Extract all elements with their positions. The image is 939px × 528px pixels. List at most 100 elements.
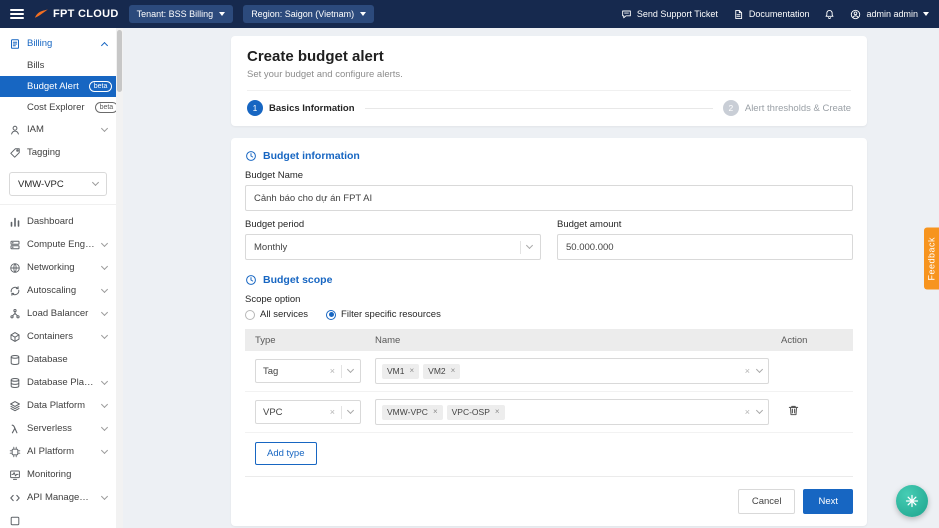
tenant-label: Tenant: BSS Billing	[137, 9, 214, 19]
sidebar-item-containers[interactable]: Containers	[0, 325, 116, 348]
page-header-card: Create budget alert Set your budget and …	[231, 36, 867, 126]
sidebar-item-data-platform[interactable]: Data Platform	[0, 394, 116, 417]
api-management-icon	[9, 492, 21, 504]
tag-chip[interactable]: VPC-OSP	[447, 405, 505, 420]
budget-period-select[interactable]: Monthly	[245, 234, 541, 260]
database-platform-icon	[9, 377, 21, 389]
sidebar-item-database[interactable]: Database	[0, 348, 116, 371]
chevron-down-icon	[347, 407, 354, 414]
clear-icon[interactable]	[330, 367, 335, 376]
autoscaling-icon	[9, 285, 21, 297]
table-row: Tag VM1 VM2	[245, 351, 853, 392]
sidebar-item-partial[interactable]	[0, 509, 116, 528]
sidebar-item-autoscaling[interactable]: Autoscaling	[0, 279, 116, 302]
sparkle-icon	[905, 494, 919, 508]
sidebar-item-billing[interactable]: Billing	[0, 32, 116, 55]
step-2[interactable]: 2 Alert thresholds & Create	[723, 100, 851, 116]
type-select-row-1[interactable]: Tag	[255, 359, 361, 383]
sidebar-item-iam[interactable]: IAM	[0, 118, 116, 141]
sidebar-item-load-balancer[interactable]: Load Balancer	[0, 302, 116, 325]
tag-chip[interactable]: VMW-VPC	[382, 405, 443, 420]
sidebar-item-api-management[interactable]: API Management	[0, 486, 116, 509]
name-multiselect-row-1[interactable]: VM1 VM2	[375, 358, 769, 384]
remove-chip-icon[interactable]	[451, 367, 456, 375]
sidebar-scrollbar[interactable]	[116, 28, 123, 528]
monitoring-icon	[9, 469, 21, 481]
chip-label: VMW-VPC	[387, 407, 428, 417]
next-button[interactable]: Next	[803, 489, 853, 514]
tenant-selector[interactable]: Tenant: BSS Billing	[129, 5, 234, 23]
radio-all-services[interactable]: All services	[245, 309, 308, 320]
sidebar-scrollbar-thumb[interactable]	[117, 30, 122, 92]
sidebar-item-dashboard[interactable]: Dashboard	[0, 210, 116, 233]
menu-icon[interactable]	[10, 9, 24, 19]
ai-platform-icon	[9, 446, 21, 458]
scope-table: Type Name Action Tag VM1	[245, 329, 853, 477]
clear-icon[interactable]	[745, 367, 750, 376]
sidebar-item-label: API Management	[27, 492, 96, 503]
delete-row-button[interactable]	[787, 404, 803, 420]
remove-chip-icon[interactable]	[433, 408, 438, 416]
step-2-label: Alert thresholds & Create	[745, 103, 851, 114]
sidebar-item-networking[interactable]: Networking	[0, 256, 116, 279]
sidebar-item-label: Serverless	[27, 423, 96, 434]
name-multiselect-row-2[interactable]: VMW-VPC VPC-OSP	[375, 399, 769, 425]
sidebar-item-label: Budget Alert	[27, 81, 79, 92]
select-divider	[520, 241, 521, 254]
type-select-row-2[interactable]: VPC	[255, 400, 361, 424]
vpc-selector-value: VMW-VPC	[18, 179, 93, 190]
page-subtitle: Set your budget and configure alerts.	[247, 69, 851, 80]
cancel-button[interactable]: Cancel	[738, 489, 796, 514]
sidebar-item-budget-alert[interactable]: Budget Alert beta	[0, 76, 116, 97]
user-avatar-icon	[850, 9, 861, 20]
tag-chip[interactable]: VM2	[423, 364, 460, 379]
sidebar-item-database-platform[interactable]: Database Platform	[0, 371, 116, 394]
chevron-down-icon	[219, 12, 225, 16]
clock-icon	[245, 274, 257, 286]
support-chat-button[interactable]	[896, 485, 928, 517]
user-menu[interactable]: admin admin	[850, 9, 929, 20]
radio-label: Filter specific resources	[341, 309, 441, 320]
page-title: Create budget alert	[247, 48, 851, 65]
data-platform-icon	[9, 400, 21, 412]
chevron-down-icon	[101, 124, 108, 131]
sidebar-item-ai-platform[interactable]: AI Platform	[0, 440, 116, 463]
networking-icon	[9, 262, 21, 274]
radio-filter-specific-resources[interactable]: Filter specific resources	[326, 309, 441, 320]
budget-name-input[interactable]	[245, 185, 853, 211]
documentation-link[interactable]: Documentation	[733, 9, 810, 20]
feedback-tab[interactable]: Feedback	[924, 228, 939, 290]
sidebar-item-compute-engine[interactable]: Compute Engine	[0, 233, 116, 256]
vpc-selector[interactable]: VMW-VPC	[9, 172, 107, 196]
scope-table-header: Type Name Action	[245, 329, 853, 351]
chevron-down-icon	[101, 262, 108, 269]
chevron-down-icon	[756, 366, 763, 373]
support-ticket-link[interactable]: Send Support Ticket	[621, 9, 718, 20]
region-selector[interactable]: Region: Saigon (Vietnam)	[243, 5, 374, 23]
budget-amount-input[interactable]	[557, 234, 853, 260]
chevron-down-icon	[101, 285, 108, 292]
sidebar-item-serverless[interactable]: Serverless	[0, 417, 116, 440]
column-header-action: Action	[781, 335, 843, 346]
chevron-down-icon	[360, 12, 366, 16]
sidebar-item-cost-explorer[interactable]: Cost Explorer beta	[0, 97, 116, 118]
chip-label: VM2	[428, 366, 445, 376]
step-1-label: Basics Information	[269, 103, 355, 114]
chip-label: VM1	[387, 366, 404, 376]
notifications-button[interactable]	[824, 9, 835, 20]
clear-icon[interactable]	[745, 408, 750, 417]
sidebar-item-bills[interactable]: Bills	[0, 55, 116, 76]
sidebar-item-monitoring[interactable]: Monitoring	[0, 463, 116, 486]
clear-icon[interactable]	[330, 408, 335, 417]
sidebar-item-tagging[interactable]: Tagging	[0, 141, 116, 164]
chip-label: VPC-OSP	[452, 407, 490, 417]
sidebar-item-label: Database Platform	[27, 377, 96, 388]
step-1[interactable]: 1 Basics Information	[247, 100, 355, 116]
tag-chip[interactable]: VM1	[382, 364, 419, 379]
remove-chip-icon[interactable]	[495, 408, 500, 416]
bell-icon	[824, 9, 835, 20]
add-type-button[interactable]: Add type	[255, 442, 317, 465]
remove-chip-icon[interactable]	[409, 367, 414, 375]
form-footer: Cancel Next	[245, 489, 853, 514]
budget-amount-label: Budget amount	[557, 219, 853, 230]
